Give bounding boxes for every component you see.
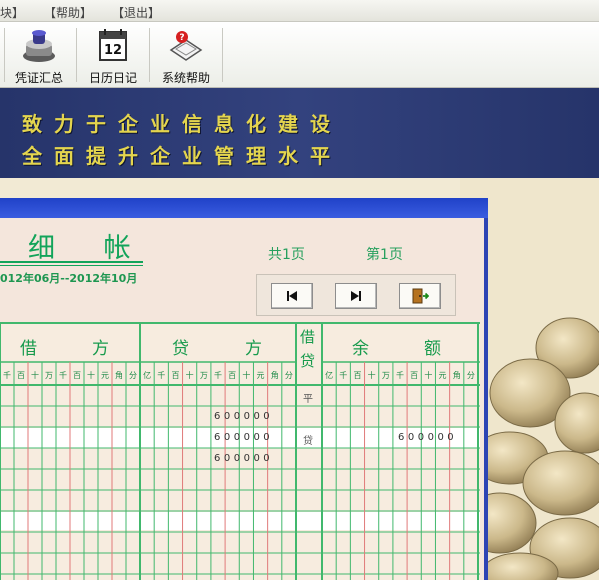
calendar-diary-button[interactable]: 12 日历日记: [78, 26, 148, 86]
direction-header-1: 借: [300, 328, 316, 346]
voucher-stamp-icon: [21, 28, 57, 68]
menu-item-exit[interactable]: 【退出】: [112, 4, 160, 21]
digit-column-label: 百: [410, 371, 419, 380]
direction-header-2: 贷: [300, 352, 316, 370]
svg-text:12: 12: [104, 43, 122, 58]
digit-column-label: 分: [284, 371, 293, 380]
digit-column-label: 万: [381, 371, 390, 380]
digit-column-label: 百: [171, 371, 180, 380]
digit-column-label: 十: [367, 371, 376, 380]
digit-column-label: 元: [256, 371, 265, 380]
exit-button[interactable]: [399, 283, 441, 309]
ledger-window-titlebar[interactable]: [0, 198, 488, 218]
digit-column-label: 千: [214, 371, 222, 380]
grid-row-band: [0, 512, 480, 530]
system-help-button[interactable]: ? 系统帮助: [151, 26, 221, 86]
digit-column-label: 角: [115, 371, 123, 380]
digit-column-label: 千: [157, 371, 166, 380]
menu-bar: 块】 【帮助】 【退出】: [0, 0, 599, 22]
digit-column-label: 十: [87, 371, 95, 380]
first-page-icon: [287, 291, 297, 301]
digit-column-label: 亿: [325, 371, 334, 380]
total-pages: 共1页: [268, 247, 305, 263]
title-underline: [0, 265, 143, 266]
digit-column-label: 分: [466, 371, 475, 380]
balance-header-2: 额: [424, 339, 441, 359]
digit-column-label: 十: [424, 371, 433, 380]
digit-column-label: 十: [242, 371, 251, 380]
debit-header-2: 方: [92, 339, 109, 359]
title-underline: [0, 261, 143, 263]
row-credit-value: 600000: [214, 411, 274, 422]
calendar-icon: 12: [96, 28, 130, 68]
slogan-banner: 致力于企业信息化建设 全面提升企业管理水平: [0, 88, 599, 178]
digit-column-label: 元: [438, 371, 447, 380]
grid-row-band: [0, 322, 480, 580]
ledger-period: 012年06月--2012年10月: [0, 272, 138, 285]
digit-column-label: 千: [396, 371, 404, 380]
digit-column-label: 分: [129, 371, 137, 380]
toolbar-separator: [149, 28, 150, 82]
calendar-diary-label: 日历日记: [88, 71, 137, 85]
digit-column-label: 百: [353, 371, 362, 380]
ledger-grid: 借 方 贷 方 借 贷 余 额 千百十万千百十元角分亿千百十万千百十元角分亿千百…: [0, 322, 480, 580]
digit-column-label: 万: [199, 371, 208, 380]
digit-column-label: 百: [17, 371, 25, 380]
slogan-line-1: 致力于企业信息化建设: [22, 112, 342, 136]
ledger-title: 细 帐: [28, 233, 151, 264]
next-page-button[interactable]: [335, 283, 377, 309]
voucher-summary-label: 凭证汇总: [14, 71, 63, 85]
digit-column-label: 万: [45, 371, 53, 380]
help-icon: ?: [167, 28, 205, 68]
digit-column-label: 千: [339, 371, 348, 380]
first-page-button[interactable]: [271, 283, 313, 309]
grid-lines: [0, 322, 480, 580]
voucher-summary-button[interactable]: 凭证汇总: [4, 26, 74, 86]
digit-column-label: 角: [270, 371, 279, 380]
credit-header-1: 贷: [172, 339, 189, 359]
digit-column-label: 十: [31, 371, 39, 380]
row-credit-value: 600000: [214, 432, 274, 443]
system-help-label: 系统帮助: [161, 71, 210, 85]
digit-column-label: 百: [228, 371, 237, 380]
digit-column-label: 千: [59, 371, 67, 380]
toolbar-separator: [222, 28, 223, 82]
menu-item-help[interactable]: 【帮助】: [44, 4, 92, 21]
credit-header-2: 方: [245, 339, 262, 359]
page-navigation: [256, 274, 456, 316]
toolbar: 凭证汇总 12 日历日记 ? 系统帮助: [0, 22, 599, 88]
balance-header-1: 余: [352, 339, 369, 359]
row-credit-value: 600000: [214, 453, 274, 464]
row-direction: 平: [303, 394, 313, 405]
digit-column-label: 亿: [143, 371, 152, 380]
menu-item-partial[interactable]: 块】: [0, 4, 24, 21]
digit-column-label: 千: [3, 371, 11, 380]
current-page: 第1页: [366, 247, 403, 263]
debit-header-1: 借: [20, 339, 37, 359]
digit-column-label: 百: [73, 371, 81, 380]
digit-column-label: 十: [185, 371, 194, 380]
digit-column-label: 角: [452, 371, 461, 380]
digit-column-label: 元: [101, 371, 109, 380]
toolbar-separator: [76, 28, 77, 82]
slogan-line-2: 全面提升企业管理水平: [22, 144, 342, 168]
row-balance-value: 600000: [398, 432, 458, 443]
row-direction: 贷: [303, 436, 313, 447]
next-page-icon: [351, 291, 361, 301]
svg-text:?: ?: [179, 33, 184, 43]
exit-door-icon: [412, 288, 429, 304]
